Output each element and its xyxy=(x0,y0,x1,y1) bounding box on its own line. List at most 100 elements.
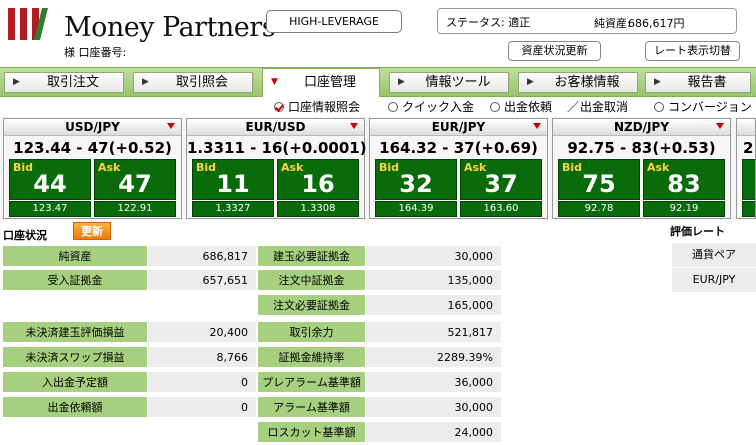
bid-button[interactable] xyxy=(742,159,755,200)
tab-arrow-icon: ▶ xyxy=(142,77,149,87)
value-position-margin: 30,000 xyxy=(366,246,501,267)
rate-pair-header[interactable] xyxy=(737,119,755,136)
logo-mark-icon xyxy=(8,8,48,40)
bid-price: 11 xyxy=(216,170,250,198)
radio-icon xyxy=(388,102,398,112)
value-pre-alarm: 36,000 xyxy=(366,372,501,393)
status-box: ステータス: 適正 純資産: 686,617円 xyxy=(437,8,737,34)
value-unrealized-swap: 8,766 xyxy=(148,347,256,368)
dropdown-arrow-icon[interactable] xyxy=(533,123,541,129)
tab-label: 取引照会 xyxy=(175,75,228,90)
dropdown-arrow-icon[interactable] xyxy=(167,123,175,129)
ask-sub-value: 163.60 xyxy=(460,201,542,217)
tab-label: 報告書 xyxy=(687,75,727,90)
subnav-withdrawal-cancel[interactable]: 出金取消 xyxy=(580,98,628,115)
subnav-label: コンバージョン xyxy=(668,100,752,114)
label-order-margin: 注文中証拠金 xyxy=(258,270,365,291)
rate-quote: 164.32 - 37(+0.69) xyxy=(379,139,538,157)
value-scheduled-deposit: 0 xyxy=(148,372,256,393)
label-unrealized-pl: 未決済建玉評価損益 xyxy=(3,322,147,343)
rate-panel-nzdjpy: NZD/JPY 92.75 - 83(+0.53) Bid 75 Ask 83 … xyxy=(552,118,731,219)
value-margin-ratio: 2289.39% xyxy=(366,347,501,368)
subnav-conversion[interactable]: コンバージョン xyxy=(654,98,752,115)
bid-sub-value: 164.39 xyxy=(375,201,457,217)
tab-arrow-icon: ▶ xyxy=(398,77,405,87)
tab-active-arrow-icon: ▼ xyxy=(271,77,278,87)
bid-button[interactable]: Bid 44 xyxy=(9,159,91,200)
subnav-quick-deposit[interactable]: クイック入金 xyxy=(388,98,474,115)
tab-label: 情報ツール xyxy=(425,75,491,90)
ask-button[interactable]: Ask 47 xyxy=(94,159,176,200)
tab-label: お客様情報 xyxy=(554,75,620,90)
evaluation-rate-title: 評価レート xyxy=(670,225,725,238)
bid-button[interactable]: Bid 32 xyxy=(375,159,457,200)
subnav-withdrawal-request[interactable]: 出金依頼 xyxy=(490,98,552,115)
rate-pair-header[interactable]: NZD/JPY xyxy=(553,119,730,136)
ask-price: 37 xyxy=(484,170,518,198)
rate-panel-eurusd: EUR/USD 1.3311 - 16(+0.0001) Bid 11 Ask … xyxy=(186,118,367,219)
bid-sub-value xyxy=(742,201,755,217)
subnav-separator: ／ xyxy=(567,100,580,114)
account-suffix: 様 xyxy=(64,46,75,59)
tab-trade-inquiry[interactable]: ▶ 取引照会 xyxy=(133,72,253,93)
tab-arrow-icon: ▶ xyxy=(654,77,661,87)
dropdown-arrow-icon[interactable] xyxy=(350,123,358,129)
label-margin-ratio: 証拠金維持率 xyxy=(258,347,365,368)
ask-price: 83 xyxy=(667,170,701,198)
tab-customer-info[interactable]: ▶ お客様情報 xyxy=(518,72,638,93)
bid-button[interactable]: Bid 11 xyxy=(192,159,274,200)
tab-account-management[interactable]: ▼ 口座管理 xyxy=(262,68,380,97)
bid-sub-value: 1.3327 xyxy=(192,201,274,217)
update-button[interactable]: 更新 xyxy=(73,222,111,240)
subnav-label: 出金依頼 xyxy=(504,100,553,114)
label-order-required-margin: 注文必要証拠金 xyxy=(258,295,365,316)
value-net-assets: 686,817 xyxy=(148,246,256,267)
rate-quote: 1.3311 - 16(+0.0001) xyxy=(187,139,367,157)
rate-pair-header[interactable]: USD/JPY xyxy=(4,119,181,136)
ask-button[interactable]: Ask 16 xyxy=(277,159,359,200)
bid-button[interactable]: Bid 75 xyxy=(558,159,640,200)
ask-sub-value: 92.19 xyxy=(643,201,725,217)
asset-refresh-button[interactable]: 資産状況更新 xyxy=(508,41,601,61)
net-asset-value: 686,617円 xyxy=(628,17,685,30)
subnav-account-info[interactable]: 口座情報照会 xyxy=(274,98,360,115)
ask-sub-value: 122.91 xyxy=(94,201,176,217)
value-order-required-margin: 165,000 xyxy=(366,295,501,316)
tab-reports[interactable]: ▶ 報告書 xyxy=(645,72,751,93)
rate-display-toggle-button[interactable]: レート表示切替 xyxy=(645,41,740,61)
rate-pair-name: EUR/USD xyxy=(245,120,306,134)
rate-pair-name: USD/JPY xyxy=(65,120,120,134)
value-withdrawal-request: 0 xyxy=(148,397,256,418)
evaluation-pair: EUR/JPY xyxy=(672,268,756,292)
label-received-margin: 受入証拠金 xyxy=(3,270,147,291)
checked-icon xyxy=(274,102,284,112)
ask-button[interactable]: Ask 83 xyxy=(643,159,725,200)
account-number-line: 様 口座番号: xyxy=(64,44,126,60)
rate-pair-name: EUR/JPY xyxy=(431,120,486,134)
subnav-label: クイック入金 xyxy=(402,100,475,114)
tab-trade-order[interactable]: ▶ 取引注文 xyxy=(4,72,124,93)
account-status-title: 口座状況 xyxy=(3,229,47,242)
status-value: 適正 xyxy=(508,16,531,29)
status-label: ステータス: xyxy=(446,16,505,29)
rate-panel-eurjpy: EUR/JPY 164.32 - 37(+0.69) Bid 32 Ask 37… xyxy=(369,118,548,219)
rate-pair-header[interactable]: EUR/USD xyxy=(187,119,364,136)
ask-button[interactable]: Ask 37 xyxy=(460,159,542,200)
bid-sub-value: 92.78 xyxy=(558,201,640,217)
value-trading-capacity: 521,817 xyxy=(366,322,501,343)
tab-info-tools[interactable]: ▶ 情報ツール xyxy=(389,72,509,93)
high-leverage-button[interactable]: HIGH-LEVERAGE xyxy=(266,10,402,33)
subnav-label: 口座情報照会 xyxy=(288,100,361,114)
rate-quote: 92.75 - 83(+0.53) xyxy=(567,139,716,157)
bid-sub-value: 123.47 xyxy=(9,201,91,217)
ask-price: 16 xyxy=(301,170,335,198)
net-asset-label: 純資産: xyxy=(594,17,631,30)
rate-pair-header[interactable]: EUR/JPY xyxy=(370,119,547,136)
dropdown-arrow-icon[interactable] xyxy=(716,123,724,129)
bid-price: 75 xyxy=(582,170,616,198)
ask-sub-value: 1.3308 xyxy=(277,201,359,217)
rate-quote: 123.44 - 47(+0.52) xyxy=(13,139,172,157)
rate-panel-partial: 2 xyxy=(736,118,756,219)
label-scheduled-deposit: 入出金予定額 xyxy=(3,372,147,393)
status-text: ステータス: 適正 xyxy=(446,14,530,30)
